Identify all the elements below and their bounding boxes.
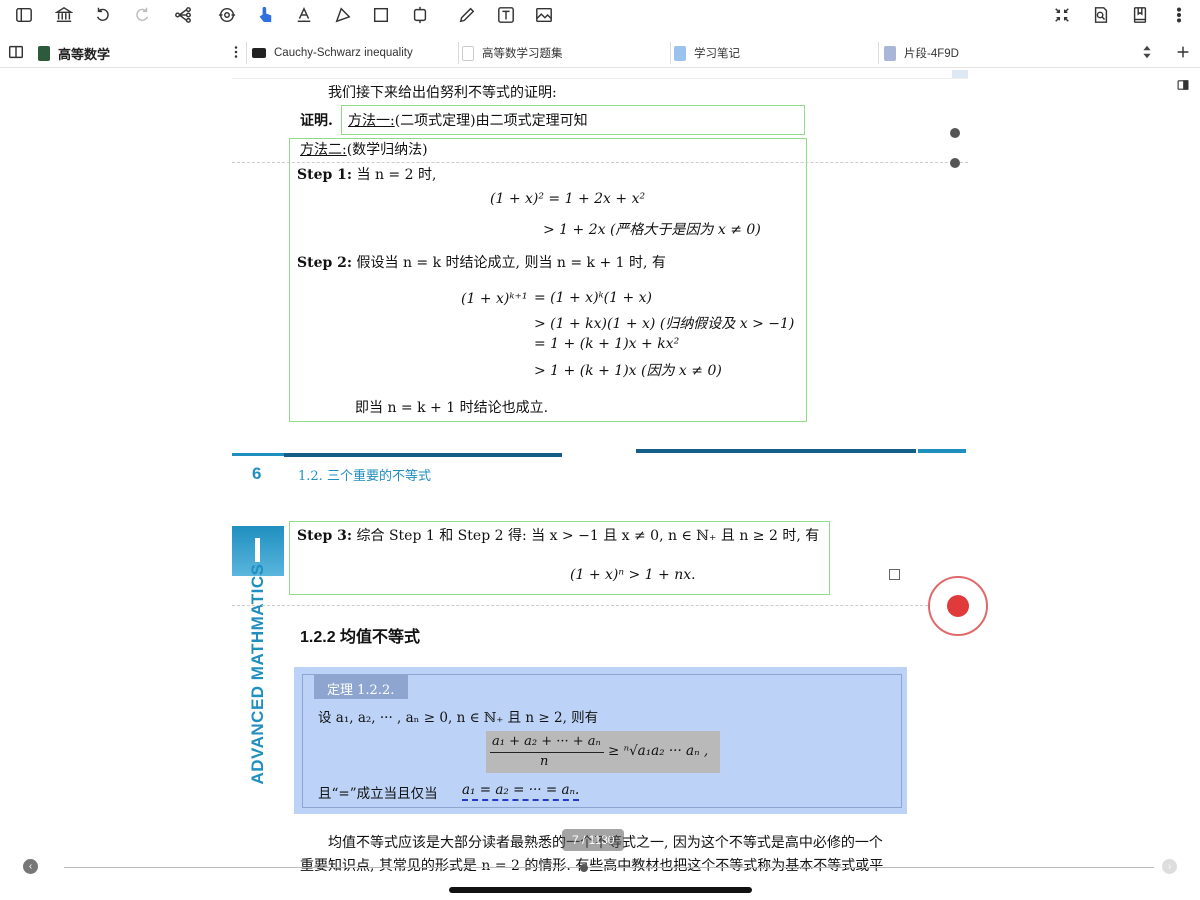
- next-page-icon[interactable]: ›: [1162, 859, 1177, 874]
- terminal-icon: [252, 48, 266, 58]
- library-icon[interactable]: [52, 4, 76, 26]
- method2-label: 方法二:: [300, 142, 347, 158]
- prev-page-icon[interactable]: ‹: [23, 859, 38, 874]
- step2-text: 假设当 n = k 时结论成立, 则当 n = k + 1 时, 有: [356, 255, 666, 271]
- step1-eq2: > 1 + 2x (严格大于是因为 x ≠ 0): [543, 222, 761, 238]
- tab-cauchy[interactable]: Cauchy-Schwarz inequality: [252, 40, 413, 66]
- fraction-line: [490, 752, 604, 753]
- scrubber-track[interactable]: [64, 867, 1154, 868]
- step2-line: = 1 + (k + 1)x + kx²: [534, 336, 680, 352]
- tab-more-icon[interactable]: [224, 41, 248, 63]
- tab-exercises[interactable]: 高等数学习题集: [462, 40, 563, 66]
- tab-label: 片段-4F9D: [904, 48, 959, 60]
- collapse-icon[interactable]: [1050, 4, 1074, 26]
- pen-icon[interactable]: [455, 4, 479, 26]
- more-icon[interactable]: [1167, 4, 1191, 26]
- subsection-title: 1.2.2 均值不等式: [300, 629, 421, 646]
- frame-icon[interactable]: [369, 4, 393, 26]
- step2-label: Step 2:: [297, 255, 353, 271]
- notebook-icon: [38, 45, 50, 61]
- header-bar: [284, 453, 562, 457]
- tab-separator: [458, 42, 459, 64]
- page-guide: [232, 605, 968, 606]
- tab-label: 学习笔记: [694, 48, 740, 60]
- tab-label: 高等数学习题集: [482, 48, 563, 60]
- theorem-equality: a₁ = a₂ = ··· = aₙ.: [462, 782, 580, 801]
- step2-conclusion: 即当 n = k + 1 时结论也成立.: [355, 400, 549, 416]
- header-bar: [636, 449, 916, 453]
- record-dot-icon: [947, 595, 969, 617]
- frac-denominator: n: [540, 754, 549, 769]
- image-icon[interactable]: [532, 4, 556, 26]
- search-doc-icon[interactable]: [1089, 4, 1113, 26]
- proof-label: 证明.: [300, 113, 333, 129]
- collapse-note-icon[interactable]: [950, 158, 960, 168]
- header-bar: [918, 449, 966, 453]
- step1-eq1: (1 + x)² = 1 + 2x + x²: [490, 191, 646, 207]
- step2-line: = (1 + x)ᵏ(1 + x): [534, 290, 653, 306]
- redo-icon[interactable]: [130, 4, 154, 26]
- theorem-tag: 定理 1.2.2.: [327, 683, 395, 698]
- step3-text: 综合 Step 1 和 Step 2 得: 当 x > −1 且 x ≠ 0, …: [356, 528, 820, 544]
- frac-numerator: a₁ + a₂ + ··· + aₙ: [492, 734, 601, 749]
- tab-snippet[interactable]: 片段-4F9D: [884, 40, 959, 66]
- page-guide: [232, 78, 968, 79]
- theorem-line1: 设 a₁, a₂, ··· , aₙ ≥ 0, n ∈ ℕ₊ 且 n ≥ 2, …: [318, 710, 599, 726]
- tab-label: Cauchy-Schwarz inequality: [274, 47, 413, 59]
- record-button[interactable]: [928, 576, 988, 636]
- crop-icon[interactable]: [408, 4, 432, 26]
- top-toolbar: [0, 0, 1200, 32]
- method1-label: 方法一:: [348, 113, 395, 129]
- bookmark-icon[interactable]: [1128, 4, 1152, 26]
- sort-icon[interactable]: [1135, 41, 1159, 63]
- tab-notes[interactable]: 学习笔记: [674, 40, 740, 66]
- method2-text: (数学归纳法): [346, 142, 428, 158]
- intro-text: 我们接下来给出伯努利不等式的证明:: [328, 85, 557, 101]
- tab-bar: 高等数学 Cauchy-Schwarz inequality 高等数学习题集 学…: [0, 38, 1200, 68]
- text-box-icon[interactable]: [494, 4, 518, 26]
- notebook-tab[interactable]: 高等数学: [38, 40, 110, 66]
- tab-separator: [878, 42, 879, 64]
- doc-icon: [462, 45, 474, 61]
- shape-select-icon[interactable]: [331, 4, 355, 26]
- split-view-icon[interactable]: [4, 41, 28, 63]
- page-scrubber[interactable]: ‹ ›: [0, 856, 1200, 880]
- add-tab-icon[interactable]: [1171, 41, 1195, 63]
- margin-note-icon[interactable]: [950, 128, 960, 138]
- step1-text: 当 n = 2 时,: [356, 167, 437, 183]
- snippet-icon: [884, 45, 896, 61]
- section-header: 1.2. 三个重要的不等式: [298, 469, 431, 484]
- step2-lhs: (1 + x)ᵏ⁺¹: [461, 291, 528, 307]
- hand-tool-icon[interactable]: [254, 4, 278, 26]
- header-bar: [232, 453, 284, 456]
- theorem-rhs: ≥ ⁿ√a₁a₂ ··· aₙ ,: [608, 743, 709, 759]
- home-indicator: [449, 887, 752, 893]
- scrubber-thumb[interactable]: [580, 864, 588, 872]
- notes-icon: [674, 45, 686, 61]
- step2-line: > 1 + (k + 1)x (因为 x ≠ 0): [534, 363, 722, 379]
- side-panel-icon[interactable]: [1171, 74, 1195, 96]
- tab-separator: [246, 42, 247, 64]
- tab-separator: [670, 42, 671, 64]
- page-guide: [232, 162, 968, 163]
- document-page[interactable]: 我们接下来给出伯努利不等式的证明: 证明. 方法一:(二项式定理)由二项式定理可…: [232, 70, 968, 888]
- notebook-title: 高等数学: [58, 46, 111, 62]
- checkbox-icon[interactable]: [889, 569, 900, 580]
- sidebar-icon[interactable]: [12, 4, 36, 26]
- page-corner: [952, 70, 968, 78]
- step1-label: Step 1:: [297, 167, 353, 183]
- undo-icon[interactable]: [91, 4, 115, 26]
- sync-icon[interactable]: [215, 4, 239, 26]
- mindmap-icon[interactable]: [171, 4, 195, 26]
- text-highlight-icon[interactable]: [292, 4, 316, 26]
- step2-line: > (1 + kx)(1 + x) (归纳假设及 x > −1): [534, 316, 795, 332]
- theorem-line3: 且“=”成立当且仅当: [318, 786, 438, 802]
- page-number: 6: [252, 464, 262, 483]
- step3-label: Step 3:: [297, 528, 353, 544]
- step3-eq: (1 + x)ⁿ > 1 + nx.: [570, 567, 696, 583]
- page-indicator: 7 / 1130: [562, 829, 625, 851]
- method1-text: (二项式定理)由二项式定理可知: [394, 113, 588, 129]
- side-label: ADVANCED MATHMATICS: [248, 563, 267, 785]
